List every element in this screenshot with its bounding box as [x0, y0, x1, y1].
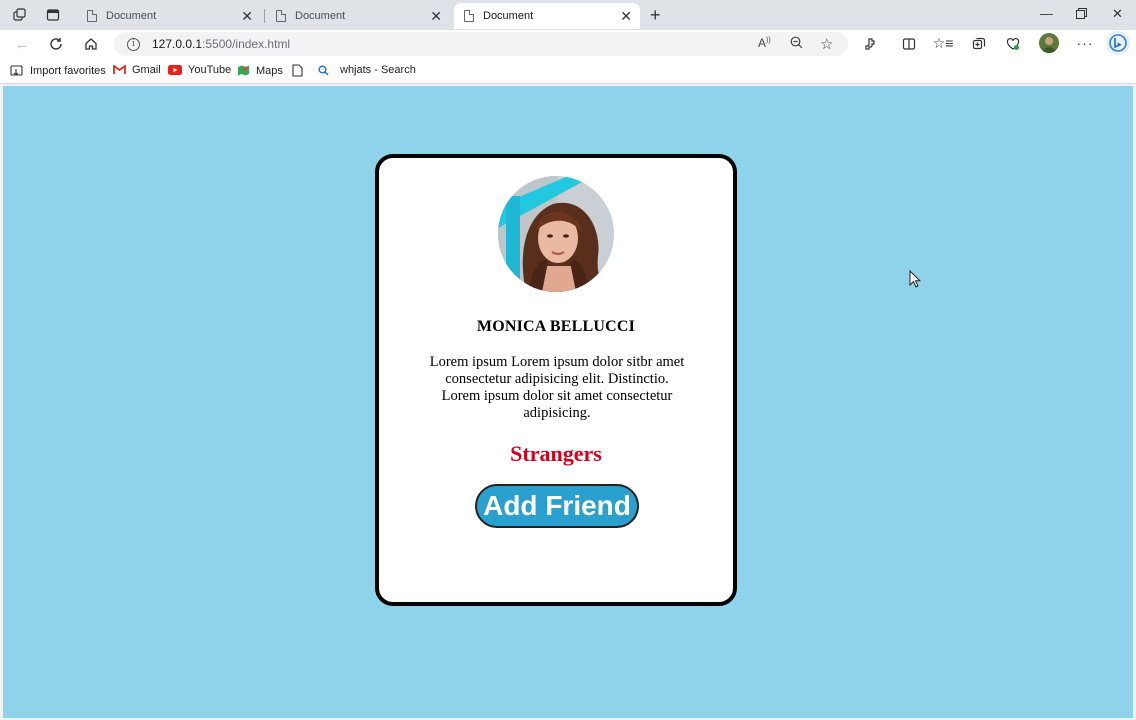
mouse-cursor-icon: [909, 269, 922, 293]
search-icon: [318, 65, 329, 76]
close-icon[interactable]: ✕: [241, 8, 253, 24]
add-friend-button[interactable]: Add Friend: [475, 484, 639, 528]
page-viewport: MONICA BELLUCCI Lorem ipsum Lorem ipsum …: [3, 86, 1133, 718]
import-icon: [10, 64, 24, 77]
tab-label: Document: [295, 10, 346, 22]
favorite-star-icon[interactable]: ☆: [820, 35, 833, 53]
window-close-icon[interactable]: ✕: [1112, 6, 1123, 22]
close-icon[interactable]: ✕: [620, 8, 632, 24]
tab-label: Document: [106, 10, 157, 22]
bookmark-search[interactable]: whjats - Search: [318, 64, 416, 76]
copilot-icon[interactable]: [1106, 31, 1130, 55]
profile-card: MONICA BELLUCCI Lorem ipsum Lorem ipsum …: [375, 154, 737, 606]
more-options-icon[interactable]: ···: [1076, 34, 1094, 52]
browser-essentials-icon[interactable]: [1004, 35, 1022, 53]
extensions-icon[interactable]: [862, 35, 880, 53]
split-screen-icon[interactable]: [900, 35, 918, 53]
restore-icon[interactable]: [1076, 7, 1087, 22]
favorites-icon[interactable]: ☆≡: [933, 34, 954, 52]
tab-document-1[interactable]: Document ✕: [77, 3, 261, 29]
profile-photo: [498, 176, 614, 292]
close-icon[interactable]: ✕: [430, 8, 442, 24]
tab-strip: Document ✕ Document ✕ Document ✕ + — ✕: [0, 0, 1136, 30]
zoom-out-icon[interactable]: [790, 36, 803, 52]
profile-name: MONICA BELLUCCI: [476, 318, 636, 335]
bookmark-import-favorites[interactable]: Import favorites: [10, 64, 106, 77]
document-icon: [276, 10, 286, 22]
profile-avatar[interactable]: [1039, 33, 1059, 53]
info-icon[interactable]: i: [127, 37, 140, 51]
document-icon: [292, 64, 303, 77]
friend-status: Strangers: [510, 441, 602, 466]
gmail-icon: [113, 65, 126, 75]
document-icon: [87, 10, 97, 22]
profile-bio: Lorem ipsum Lorem ipsum dolor sitbr amet…: [429, 354, 685, 421]
navigation-bar: ← i 127.0.0.1:5500/index.html A)) ☆ ☆≡ ·…: [0, 30, 1136, 58]
tab-separator: [264, 9, 265, 23]
document-icon: [464, 10, 474, 22]
new-tab-icon[interactable]: +: [650, 6, 661, 24]
tab-label: Document: [483, 10, 534, 22]
refresh-icon[interactable]: [46, 34, 66, 54]
maps-icon: [237, 64, 250, 77]
tab-document-3[interactable]: Document ✕: [454, 3, 640, 29]
bookmark-document[interactable]: [292, 64, 309, 77]
bookmark-youtube[interactable]: YouTube: [168, 64, 231, 76]
back-arrow-icon[interactable]: ←: [12, 34, 32, 54]
minimize-icon[interactable]: —: [1040, 6, 1053, 21]
bookmark-maps[interactable]: Maps: [237, 64, 283, 77]
workspaces-icon[interactable]: [11, 6, 29, 24]
tab-document-2[interactable]: Document ✕: [266, 3, 450, 29]
url-text: 127.0.0.1:5500/index.html: [152, 37, 291, 51]
bookmarks-bar: Import favorites Gmail YouTube Maps whja…: [0, 58, 1136, 84]
tab-actions-icon[interactable]: [44, 6, 62, 24]
read-aloud-icon[interactable]: A)): [758, 36, 771, 50]
bookmark-gmail[interactable]: Gmail: [113, 64, 161, 76]
home-icon[interactable]: [81, 34, 101, 54]
address-bar[interactable]: i 127.0.0.1:5500/index.html A)) ☆: [114, 32, 848, 56]
youtube-icon: [168, 65, 182, 75]
collections-icon[interactable]: [970, 35, 988, 53]
